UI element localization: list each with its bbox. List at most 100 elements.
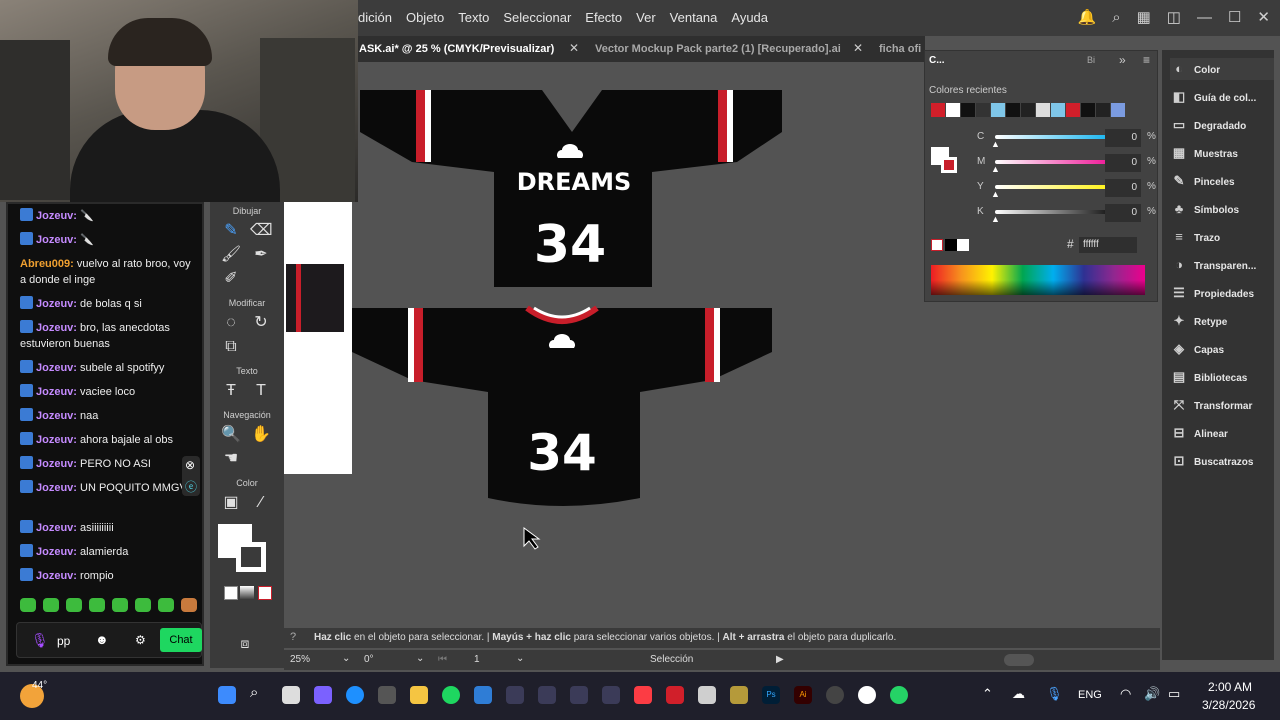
- menu-objeto[interactable]: Objeto: [406, 10, 444, 25]
- dock-item-gu-a-de-col[interactable]: ◧ Guía de col...: [1170, 86, 1274, 108]
- music-icon[interactable]: [634, 686, 652, 704]
- dock-item-buscatrazos[interactable]: ⊡ Buscatrazos: [1170, 450, 1274, 472]
- channel-value[interactable]: 0: [1105, 154, 1141, 172]
- stroke-swatch[interactable]: [236, 542, 266, 572]
- chevron-down-icon[interactable]: ⌄: [416, 653, 424, 664]
- extension-icon[interactable]: ⓔ: [185, 478, 197, 495]
- recent-color-swatch[interactable]: [961, 103, 975, 117]
- play-icon[interactable]: ▶: [776, 654, 784, 665]
- recent-color-swatch[interactable]: [976, 103, 990, 117]
- panel-menu-icon[interactable]: ≡: [1143, 53, 1150, 67]
- menu-texto[interactable]: Texto: [458, 10, 489, 25]
- pen-tool-icon[interactable]: ✒: [250, 244, 272, 266]
- shield-icon[interactable]: [474, 686, 492, 704]
- close-icon[interactable]: ⊗: [185, 458, 195, 472]
- slider-handle-icon[interactable]: ▲: [991, 214, 1000, 224]
- dock-item-capas[interactable]: ◈ Capas: [1170, 338, 1274, 360]
- jersey-top[interactable]: DREAMS 34: [360, 90, 782, 287]
- zoom-tool-icon[interactable]: 🔍: [220, 424, 242, 446]
- recent-color-swatch[interactable]: [931, 103, 945, 117]
- color-panel-tab-2[interactable]: Bi: [1087, 55, 1095, 65]
- color-mode-icon[interactable]: [224, 586, 238, 600]
- chat-send-button[interactable]: Chat: [160, 628, 202, 652]
- recent-color-swatch[interactable]: [1021, 103, 1035, 117]
- wifi-icon[interactable]: ◠: [1120, 686, 1131, 702]
- type-path-tool-icon[interactable]: Ŧ: [220, 380, 242, 402]
- maximize-icon[interactable]: ☐: [1228, 8, 1241, 26]
- screen-mode-icon[interactable]: ⧈: [234, 632, 256, 654]
- slider-handle-icon[interactable]: ▲: [991, 189, 1000, 199]
- chevron-down-icon[interactable]: ⌄: [516, 653, 524, 664]
- store-icon[interactable]: [378, 686, 396, 704]
- close-tab-icon[interactable]: ✕: [569, 41, 579, 55]
- channel-value[interactable]: 0: [1105, 204, 1141, 222]
- cloud-icon[interactable]: ☁: [1012, 686, 1025, 702]
- emoji-icon[interactable]: ☻: [95, 632, 109, 647]
- dock-item-alinear[interactable]: ⊟ Alinear: [1170, 422, 1274, 444]
- app-icon[interactable]: [602, 686, 620, 704]
- none-swatch[interactable]: [931, 239, 943, 251]
- white-swatch[interactable]: [957, 239, 969, 251]
- dock-item-trazo[interactable]: ≡ Trazo: [1170, 226, 1274, 248]
- dock-item-transformar[interactable]: ⤧ Transformar: [1170, 394, 1274, 416]
- microphone-icon[interactable]: 🎙: [31, 632, 49, 649]
- spotify-icon[interactable]: [442, 686, 460, 704]
- recent-color-swatch[interactable]: [1051, 103, 1065, 117]
- jersey-bottom[interactable]: 34: [352, 305, 772, 506]
- copilot-icon[interactable]: [314, 686, 332, 704]
- recent-color-swatch[interactable]: [1006, 103, 1020, 117]
- app-icon[interactable]: [506, 686, 524, 704]
- tab-vector-mockup[interactable]: Vector Mockup Pack parte2 (1) [Recuperad…: [595, 43, 841, 55]
- dock-item-color[interactable]: ◐ Color: [1170, 58, 1274, 80]
- arrange-icon[interactable]: ◫: [1167, 8, 1181, 26]
- black-swatch[interactable]: [945, 239, 957, 251]
- brush-tool-icon[interactable]: 🖌: [220, 244, 242, 266]
- app-icon[interactable]: [570, 686, 588, 704]
- blob-brush-icon[interactable]: ✐: [220, 268, 242, 290]
- color-spectrum[interactable]: [931, 265, 1145, 295]
- type-tool-icon[interactable]: T: [250, 380, 272, 402]
- color-panel-tab[interactable]: C...: [929, 55, 945, 66]
- rotate-tool-icon[interactable]: ↻: [250, 312, 272, 334]
- close-icon[interactable]: ✕: [1257, 8, 1270, 26]
- chevron-up-icon[interactable]: ⌃: [982, 686, 993, 702]
- expand-panel-icon[interactable]: »: [1119, 53, 1126, 67]
- search-icon[interactable]: ⌕: [250, 684, 268, 702]
- dock-item-degradado[interactable]: ▭ Degradado: [1170, 114, 1274, 136]
- zoom-level[interactable]: 25%: [290, 654, 310, 665]
- calculator-icon[interactable]: [698, 686, 716, 704]
- shape-builder-icon[interactable]: ⧉: [220, 336, 242, 358]
- edge-icon[interactable]: [346, 686, 364, 704]
- recent-color-swatch[interactable]: [1081, 103, 1095, 117]
- dock-item-pinceles[interactable]: ✎ Pinceles: [1170, 170, 1274, 192]
- dock-item-retype[interactable]: ✦ Retype: [1170, 310, 1274, 332]
- emote-icon[interactable]: [112, 598, 128, 612]
- minimize-icon[interactable]: —: [1197, 9, 1212, 26]
- slider-handle-icon[interactable]: ▲: [991, 164, 1000, 174]
- gear-icon[interactable]: ⚙: [135, 633, 146, 647]
- task-view-icon[interactable]: [282, 686, 300, 704]
- hand-tool-icon[interactable]: ✋: [250, 424, 272, 446]
- menu-efecto[interactable]: Efecto: [585, 10, 622, 25]
- rotation-value[interactable]: 0°: [364, 654, 374, 665]
- chevron-down-icon[interactable]: ⌄: [342, 653, 350, 664]
- menu-ventana[interactable]: Ventana: [670, 10, 718, 25]
- emote-icon[interactable]: [43, 598, 59, 612]
- dock-item-s-mbolos[interactable]: ♣ Símbolos: [1170, 198, 1274, 220]
- menu-edicion[interactable]: dición: [358, 10, 392, 25]
- folder-icon[interactable]: [410, 686, 428, 704]
- emote-icon[interactable]: [135, 598, 151, 612]
- emote-icon[interactable]: [181, 598, 197, 612]
- dock-item-propiedades[interactable]: ☰ Propiedades: [1170, 282, 1274, 304]
- emote-icon[interactable]: [20, 598, 36, 612]
- jersey-thumbnail[interactable]: [286, 264, 344, 332]
- emote-icon[interactable]: [66, 598, 82, 612]
- recent-color-swatch[interactable]: [1036, 103, 1050, 117]
- close-tab-icon[interactable]: ✕: [853, 41, 863, 55]
- recent-color-swatch[interactable]: [946, 103, 960, 117]
- tab-ficha[interactable]: ficha ofi: [879, 43, 921, 55]
- channel-slider[interactable]: [995, 210, 1121, 214]
- horizontal-scrollbar[interactable]: [1004, 654, 1034, 666]
- search-icon[interactable]: ⌕: [1112, 9, 1120, 26]
- acrobat-icon[interactable]: [666, 686, 684, 704]
